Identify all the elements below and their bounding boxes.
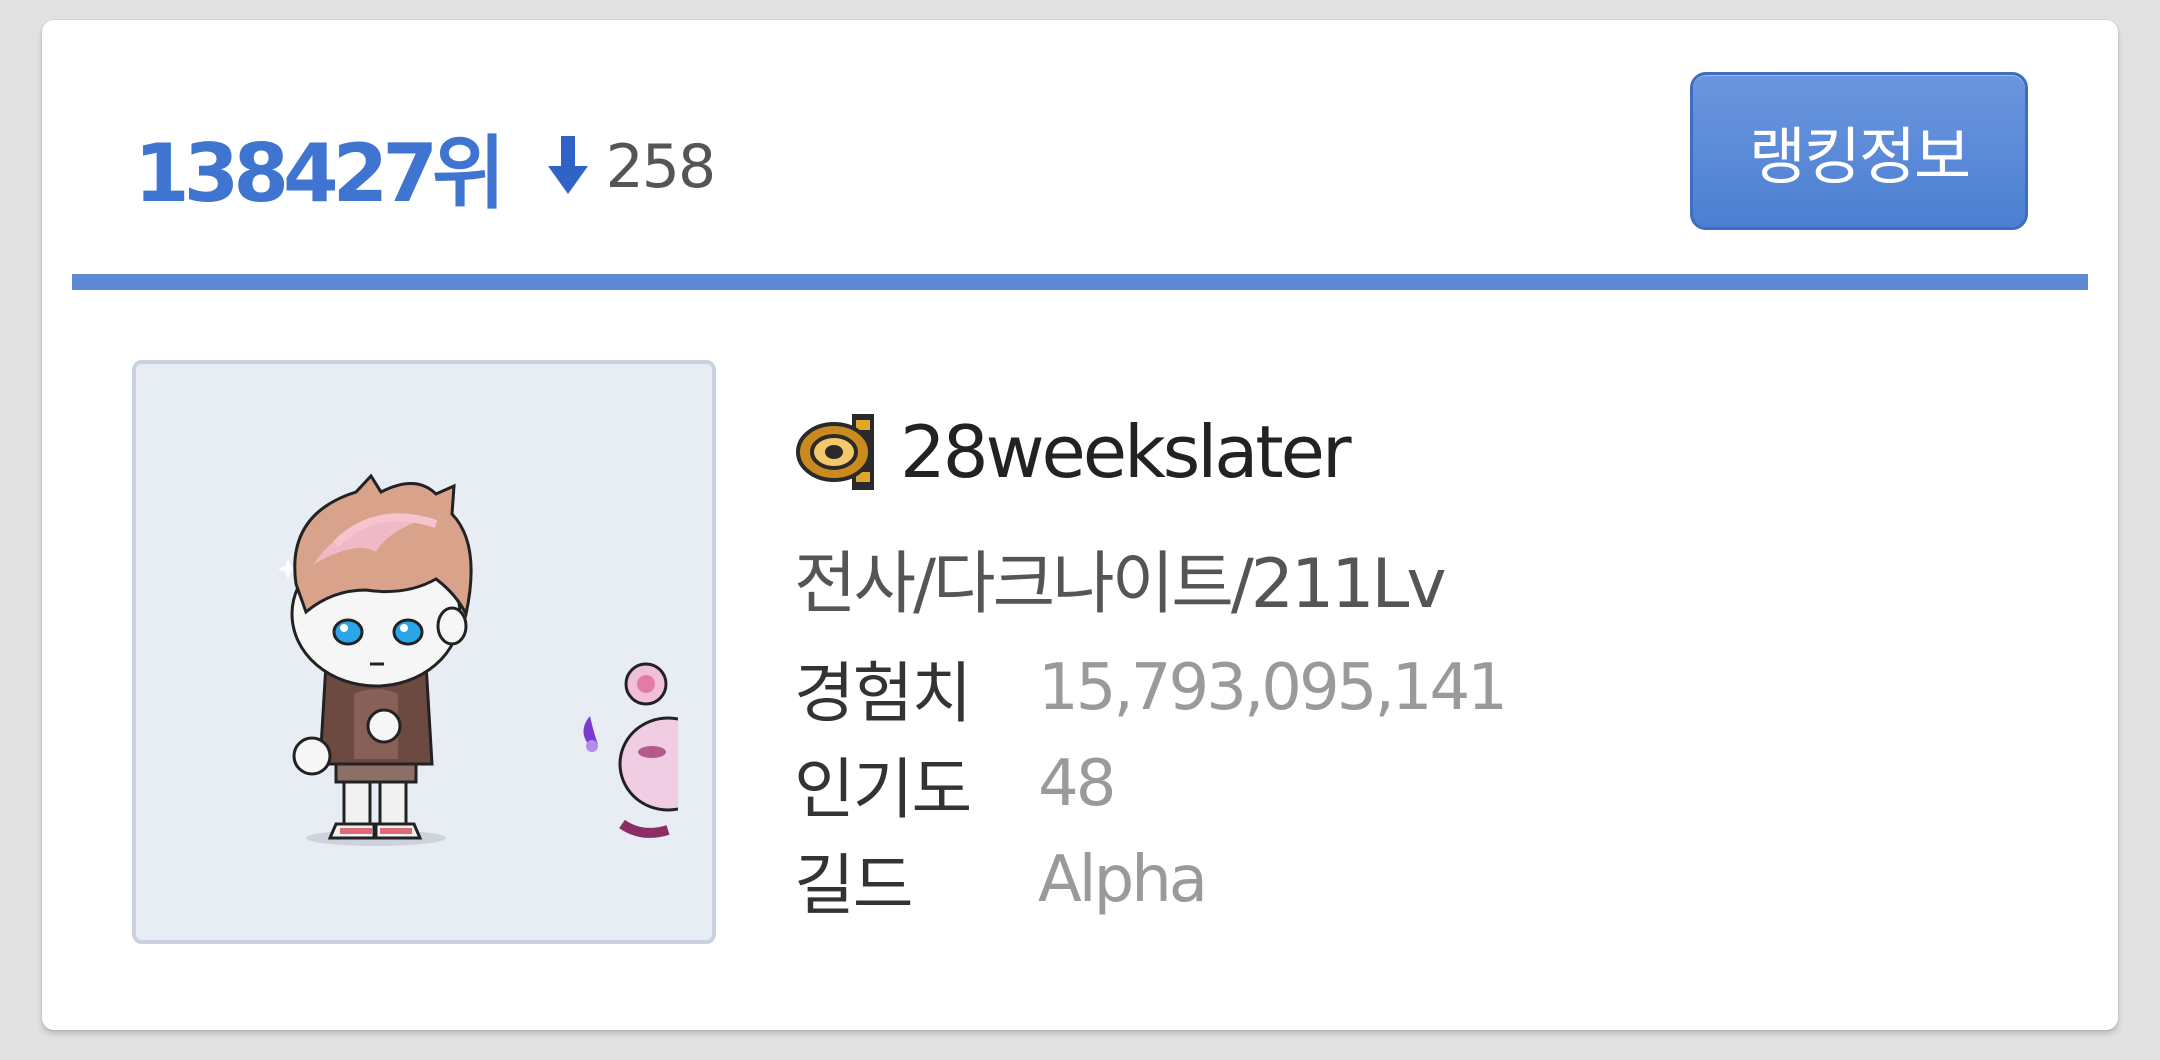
stat-value: Alpha: [1038, 843, 1208, 917]
character-avatar: [132, 360, 716, 944]
stat-label: 길드: [794, 847, 913, 924]
stat-row-exp: 경험치 15,793,095,141: [794, 640, 1994, 736]
guild-emblem-icon: [796, 414, 874, 490]
character-sprite: [278, 473, 712, 864]
character-details: 28weekslater 전사/다크나이트/211Lv 경험치 15,793,0…: [794, 392, 1994, 928]
header-divider: [72, 274, 2088, 290]
character-name: 28weekslater: [900, 410, 1352, 494]
job-level: 전사/다크나이트/211Lv: [794, 545, 1447, 624]
stats-list: 경험치 15,793,095,141 인기도 48 길드 Alpha: [794, 640, 1994, 928]
stat-row-guild: 길드 Alpha: [794, 832, 1994, 928]
rank-change: 258: [547, 132, 717, 202]
stat-value: 48: [1038, 747, 1116, 821]
character-name-row: 28weekslater: [794, 392, 1994, 512]
character-info-card: 138427위 258 랭킹정보 28weekslater 전사/다크나이트/2…: [42, 20, 2118, 1030]
ranking-info-button[interactable]: 랭킹정보: [1690, 72, 2028, 230]
rank-change-value: 258: [605, 132, 717, 202]
stat-value: 15,793,095,141: [1038, 651, 1508, 725]
rank-value: 138427위: [134, 127, 506, 220]
arrow-down-icon: [547, 136, 588, 194]
stat-label: 경험치: [794, 655, 972, 732]
rank-header: 138427위 258: [134, 112, 717, 222]
stat-label: 인기도: [794, 751, 972, 828]
stat-row-popularity: 인기도 48: [794, 736, 1994, 832]
